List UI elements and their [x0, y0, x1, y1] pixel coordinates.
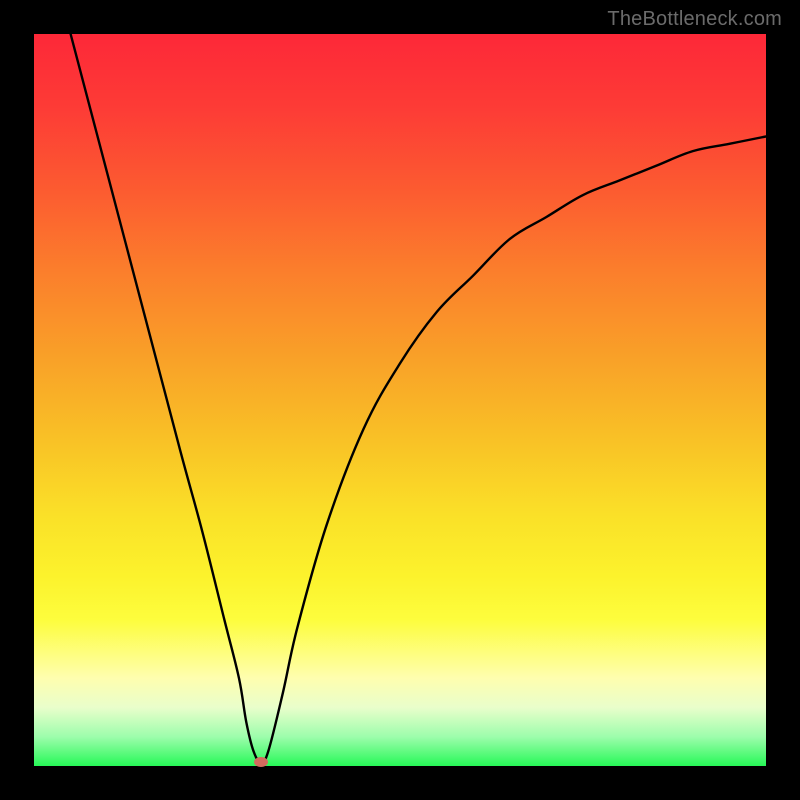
- bottleneck-curve: [34, 34, 766, 766]
- chart-frame: TheBottleneck.com: [0, 0, 800, 800]
- watermark-text: TheBottleneck.com: [607, 8, 782, 31]
- min-point-marker: [254, 757, 268, 767]
- plot-area: [34, 34, 766, 766]
